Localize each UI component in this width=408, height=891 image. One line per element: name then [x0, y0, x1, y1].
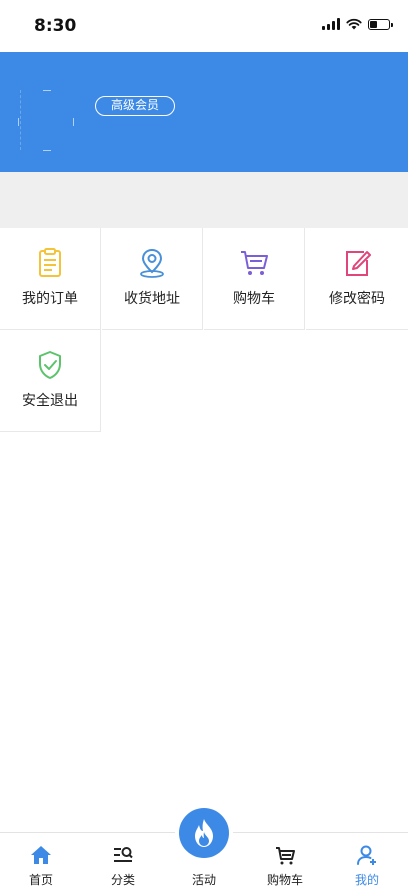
- order-clipboard-icon: [33, 246, 67, 280]
- profile-info-band: [0, 172, 408, 228]
- flame-icon: [195, 819, 213, 847]
- menu-item-label: 收货地址: [124, 291, 180, 307]
- activity-fab-button[interactable]: [179, 808, 229, 858]
- shield-check-icon: [33, 348, 67, 382]
- menu-item-label: 我的订单: [22, 291, 78, 307]
- status-bar: 8:30: [0, 0, 408, 52]
- cart-icon: [273, 843, 297, 867]
- tab-cart[interactable]: 购物车: [244, 833, 326, 891]
- category-search-icon: [111, 843, 135, 867]
- location-pin-icon: [135, 246, 169, 280]
- status-time: 8:30: [34, 16, 77, 36]
- tab-mine[interactable]: 我的: [326, 833, 408, 891]
- menu-item-change-password[interactable]: 修改密码: [306, 228, 408, 330]
- tab-label: 购物车: [266, 873, 303, 887]
- avatar[interactable]: [18, 90, 75, 151]
- battery-icon: [368, 18, 393, 30]
- tab-category[interactable]: 分类: [82, 833, 164, 891]
- menu-item-label: 修改密码: [329, 291, 385, 307]
- menu-item-shipping-address[interactable]: 收货地址: [102, 228, 203, 330]
- menu-item-label: 购物车: [233, 291, 275, 307]
- status-icons: [322, 18, 393, 30]
- menu-item-shopping-cart[interactable]: 购物车: [204, 228, 305, 330]
- tab-home[interactable]: 首页: [0, 833, 82, 891]
- shopping-cart-icon: [237, 246, 271, 280]
- cellular-signal-icon: [322, 18, 340, 30]
- tab-label: 首页: [28, 873, 53, 887]
- user-add-icon: [355, 843, 379, 867]
- tab-label: 分类: [110, 873, 135, 887]
- menu-item-label: 安全退出: [22, 393, 78, 409]
- home-icon: [29, 843, 53, 867]
- menu-item-my-orders[interactable]: 我的订单: [0, 228, 101, 330]
- member-level-badge: 高级会员: [95, 96, 175, 116]
- menu-item-logout[interactable]: 安全退出: [0, 330, 101, 432]
- wifi-icon: [346, 18, 362, 30]
- profile-header: 高级会员: [0, 52, 408, 172]
- edit-password-icon: [340, 246, 374, 280]
- tab-label: 我的: [354, 873, 379, 887]
- tab-label: 活动: [191, 873, 216, 887]
